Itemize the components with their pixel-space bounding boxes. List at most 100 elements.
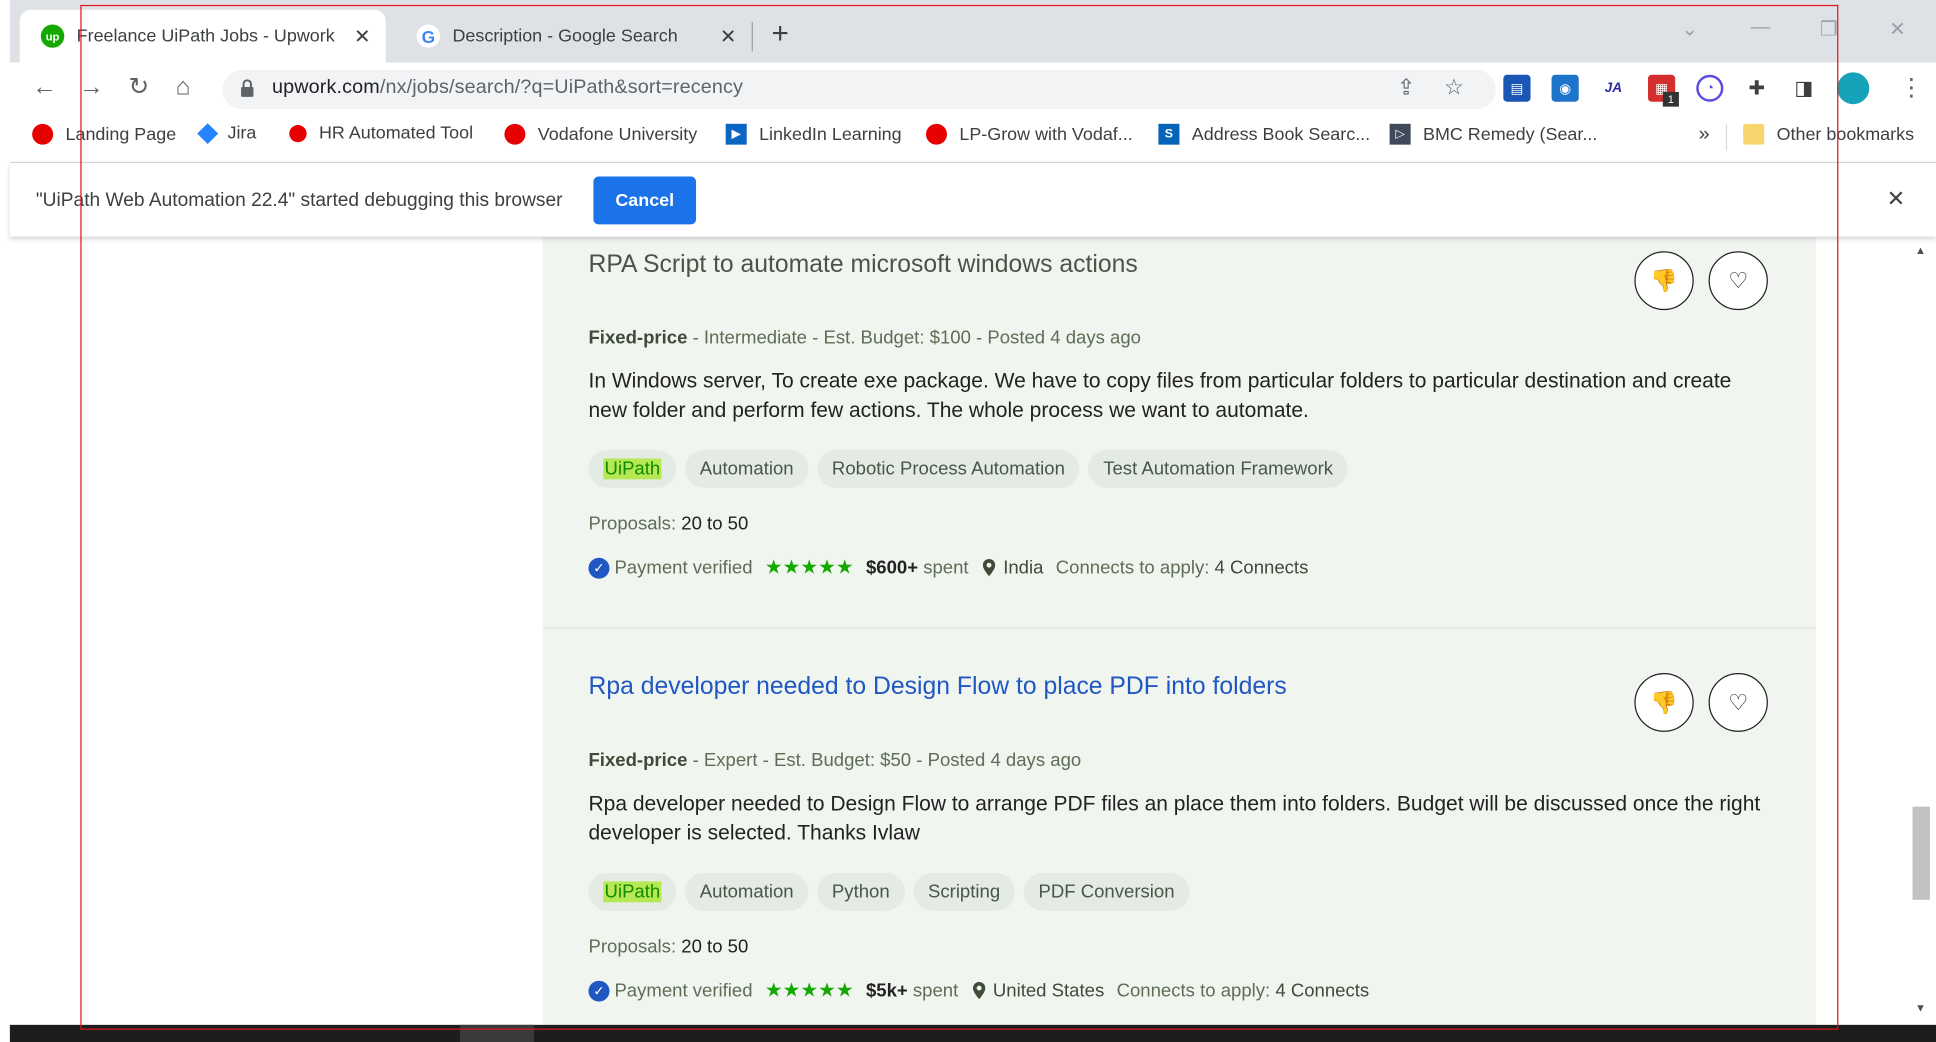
screenshot-extension-icon[interactable]: ◉: [1551, 74, 1579, 102]
skill-tag[interactable]: Robotic Process Automation: [817, 449, 1080, 488]
close-window-icon[interactable]: ✕: [1889, 17, 1906, 42]
bookmarks-overflow-button[interactable]: »: [1699, 124, 1710, 146]
heart-icon: ♡: [1728, 267, 1749, 293]
thumbs-down-button[interactable]: 👎: [1634, 673, 1694, 732]
cancel-debugging-button[interactable]: Cancel: [593, 176, 697, 225]
close-tab-icon[interactable]: ✕: [349, 24, 376, 49]
thumbs-down-button[interactable]: 👎: [1634, 251, 1694, 311]
os-taskbar: [9, 1024, 1936, 1042]
reload-icon[interactable]: ↻: [129, 74, 150, 101]
page-scrollbar[interactable]: ▲ ▼: [1908, 236, 1936, 1027]
save-extension-icon[interactable]: ▤: [1503, 74, 1531, 102]
vodafone-icon: [289, 125, 307, 143]
bookmark-divider: [1725, 123, 1728, 151]
tab-upwork[interactable]: up Freelance UiPath Jobs - Upwork ✕: [19, 9, 386, 63]
job-card[interactable]: Rpa developer needed to Design Flow to p…: [542, 628, 1817, 1027]
other-bookmarks-folder[interactable]: Other bookmarks: [1743, 123, 1914, 145]
new-tab-icon[interactable]: +: [771, 19, 788, 49]
vodafone-icon: [504, 123, 526, 145]
bookmark-star-icon[interactable]: ☆: [1444, 75, 1464, 101]
uipath-extension-icon[interactable]: ◔: [1696, 74, 1724, 102]
home-icon[interactable]: ⌂: [176, 74, 191, 101]
verified-icon: ✓: [588, 980, 610, 1001]
tab-search-chevron-icon[interactable]: ⌄: [1681, 17, 1698, 42]
client-spent: $5k+ spent: [865, 980, 959, 1001]
lock-icon: [241, 79, 254, 97]
client-info: ✓ Payment verified ★★★★★ $5k+ spent Unit…: [588, 978, 1369, 1003]
verified-icon: ✓: [588, 557, 610, 579]
bookmark-address-book[interactable]: S Address Book Searc...: [1158, 123, 1370, 145]
save-job-button[interactable]: ♡: [1708, 673, 1768, 732]
bookmark-hr-automated-tool[interactable]: HR Automated Tool: [289, 124, 473, 143]
client-spent: $600+ spent: [865, 557, 969, 579]
job-description: In Windows server, To create exe package…: [588, 368, 1732, 422]
side-panel-icon[interactable]: ◨: [1790, 74, 1818, 102]
skill-tag[interactable]: Test Automation Framework: [1088, 449, 1348, 488]
profile-avatar[interactable]: [1837, 72, 1870, 105]
extension-badge: 1: [1662, 91, 1679, 107]
proposals: Proposals: 20 to 50: [588, 936, 749, 958]
vodafone-icon: [925, 123, 948, 145]
rating-stars-icon: ★★★★★: [764, 980, 854, 1002]
tab-divider: [751, 22, 753, 52]
job-meta: Fixed-price - Intermediate - Est. Budget…: [588, 327, 1142, 349]
client-location: India: [1003, 557, 1044, 579]
restore-icon[interactable]: ❐: [1820, 17, 1838, 42]
skill-list: UiPath Automation Python Scripting PDF C…: [588, 872, 1190, 911]
debugging-message: "UiPath Web Automation 22.4" started deb…: [35, 190, 563, 211]
scroll-up-icon[interactable]: ▲: [1915, 244, 1926, 256]
address-bar[interactable]: upwork.com/nx/jobs/search/?q=UiPath&sort…: [222, 69, 1496, 110]
location-pin-icon: [973, 981, 986, 1000]
scrollbar-thumb[interactable]: [1912, 806, 1930, 900]
connects-to-apply: Connects to apply: 4 Connects: [1116, 980, 1370, 1001]
location-pin-icon: [983, 559, 996, 577]
share-icon[interactable]: ⇪: [1397, 75, 1416, 101]
linkedin-learning-icon: ▶: [725, 123, 747, 145]
close-tab-icon[interactable]: ✕: [715, 24, 742, 49]
payment-status: Payment verified: [614, 980, 753, 1001]
tab-strip: up Freelance UiPath Jobs - Upwork ✕ G De…: [9, 0, 1936, 63]
bookmark-linkedin-learning[interactable]: ▶ LinkedIn Learning: [725, 123, 902, 145]
thumbs-down-icon: 👎: [1650, 267, 1678, 293]
save-job-button[interactable]: ♡: [1708, 251, 1768, 311]
skill-tag[interactable]: UiPath: [588, 449, 677, 488]
vodafone-icon: [32, 123, 54, 145]
menu-kebab-icon[interactable]: ⋮: [1899, 72, 1924, 103]
bookmark-jira[interactable]: Jira: [197, 123, 256, 145]
bookmark-lp-grow[interactable]: LP-Grow with Vodaf...: [925, 123, 1133, 145]
thumbs-down-icon: 👎: [1650, 689, 1678, 715]
ja-extension-icon[interactable]: JA: [1599, 74, 1627, 102]
bookmark-vodafone-university[interactable]: Vodafone University: [504, 123, 697, 145]
tab-title: Freelance UiPath Jobs - Upwork: [76, 26, 335, 46]
skill-tag[interactable]: Automation: [684, 872, 809, 911]
job-title-link[interactable]: Rpa developer needed to Design Flow to p…: [588, 673, 1286, 701]
client-info: ✓ Payment verified ★★★★★ $600+ spent Ind…: [588, 555, 1308, 580]
skill-tag[interactable]: PDF Conversion: [1023, 872, 1190, 911]
folder-icon: [1743, 123, 1765, 145]
forward-icon[interactable]: →: [79, 74, 104, 101]
upwork-icon: up: [40, 24, 65, 48]
scroll-down-icon[interactable]: ▼: [1915, 1002, 1926, 1014]
client-location: United States: [992, 980, 1105, 1001]
close-infobar-icon[interactable]: ✕: [1887, 186, 1906, 212]
payment-status: Payment verified: [614, 557, 753, 579]
skill-tag[interactable]: UiPath: [588, 872, 677, 911]
taskbar-item[interactable]: [459, 1024, 535, 1042]
bookmark-bmc-remedy[interactable]: ▷ BMC Remedy (Sear...: [1389, 123, 1597, 145]
skill-tag[interactable]: Python: [817, 872, 905, 911]
back-icon[interactable]: ←: [32, 74, 57, 101]
minimize-icon[interactable]: —: [1751, 17, 1771, 39]
skill-tag[interactable]: Scripting: [913, 872, 1015, 911]
sharepoint-icon: S: [1158, 123, 1180, 145]
proposals: Proposals: 20 to 50: [588, 513, 749, 535]
job-title-link[interactable]: RPA Script to automate microsoft windows…: [588, 251, 1137, 279]
jira-icon: [197, 123, 219, 145]
job-card[interactable]: RPA Script to automate microsoft windows…: [542, 236, 1817, 629]
bookmark-landing-page[interactable]: Landing Page: [32, 123, 176, 145]
bmc-icon: ▷: [1389, 123, 1411, 145]
skill-tag[interactable]: Automation: [684, 449, 809, 488]
extensions-puzzle-icon[interactable]: ✚: [1743, 74, 1771, 102]
browser-toolbar: ← → ↻ ⌂ upwork.com/nx/jobs/search/?q=UiP…: [9, 62, 1936, 115]
rating-stars-icon: ★★★★★: [764, 557, 854, 579]
tab-google-search[interactable]: G Description - Google Search ✕: [396, 10, 752, 63]
